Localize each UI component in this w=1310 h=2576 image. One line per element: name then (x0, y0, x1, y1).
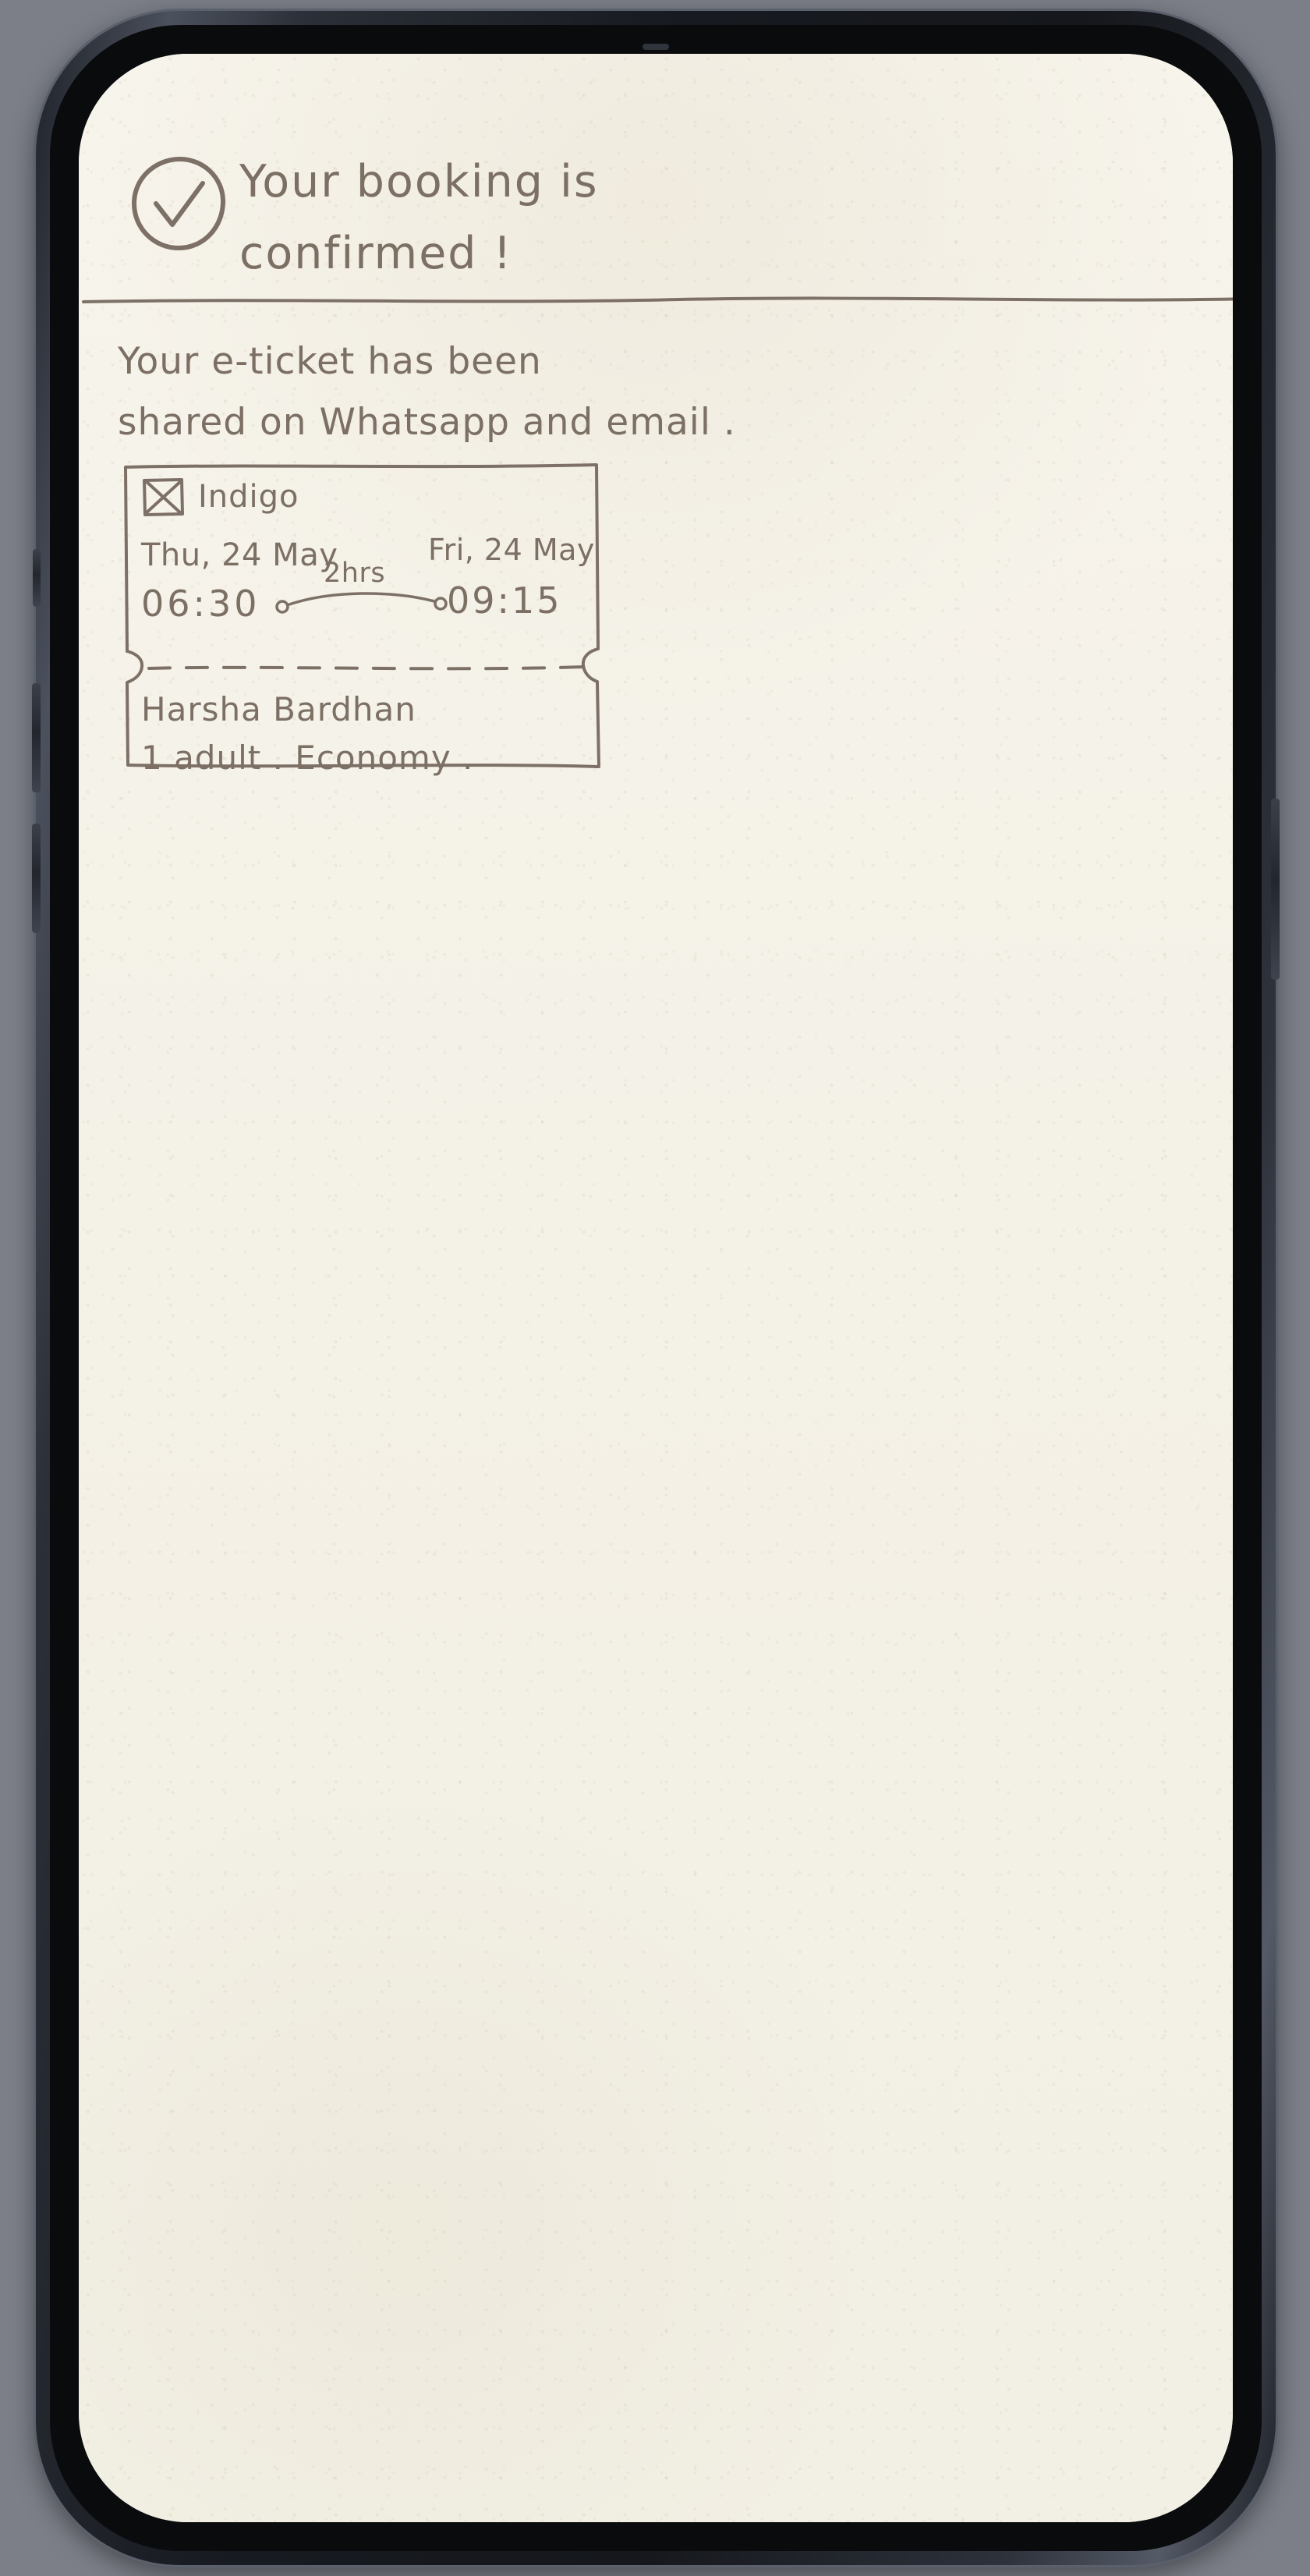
ticket-card[interactable]: Indigo Thu, 24 May Fri, 24 May 06:30 09:… (118, 459, 617, 777)
ticket-perforation (118, 653, 617, 684)
eticket-message-line-1: Your e-ticket has been (118, 340, 542, 383)
power-button[interactable] (1271, 799, 1280, 980)
flight-schedule: Thu, 24 May Fri, 24 May 06:30 09:15 2hrs (138, 533, 598, 639)
title-line-1: Your booking is (239, 156, 599, 207)
phone-screen: Your booking is confirmed ! Your e-ticke… (79, 54, 1233, 2522)
departure-date: Thu, 24 May (141, 537, 338, 573)
departure-time: 06:30 (141, 583, 260, 625)
earpiece-speaker (643, 44, 669, 50)
phone-device-frame: Your booking is confirmed ! Your e-ticke… (32, 11, 1280, 2565)
header-divider (79, 289, 1233, 313)
eticket-message: Your e-ticket has been shared on Whatsap… (118, 331, 736, 453)
image-placeholder-icon (141, 477, 185, 517)
airline-name: Indigo (198, 479, 299, 515)
passenger-name: Harsha Bardhan (141, 690, 416, 728)
silent-switch[interactable] (33, 549, 41, 607)
arrival-date: Fri, 24 May (428, 533, 595, 567)
wireframe-sketch: Your booking is confirmed ! Your e-ticke… (79, 54, 1233, 2522)
arrival-time: 09:15 (447, 579, 562, 622)
passenger-count-class: 1 adult . Economy . (141, 739, 474, 777)
phone-bezel: Your booking is confirmed ! Your e-ticke… (50, 25, 1262, 2551)
passenger-details: Harsha Bardhan 1 adult . Economy . (141, 686, 473, 782)
confirmation-header: Your booking is confirmed ! (79, 54, 1233, 325)
page-title: Your booking is confirmed ! (239, 146, 614, 289)
eticket-message-line-2: shared on Whatsapp and email . (118, 401, 736, 444)
volume-down-button[interactable] (32, 824, 41, 933)
title-line-2: confirmed ! (239, 228, 513, 279)
airline-row: Indigo (141, 477, 299, 517)
route-connector-icon (275, 583, 450, 626)
volume-up-button[interactable] (32, 683, 41, 792)
check-circle-icon (130, 155, 227, 252)
